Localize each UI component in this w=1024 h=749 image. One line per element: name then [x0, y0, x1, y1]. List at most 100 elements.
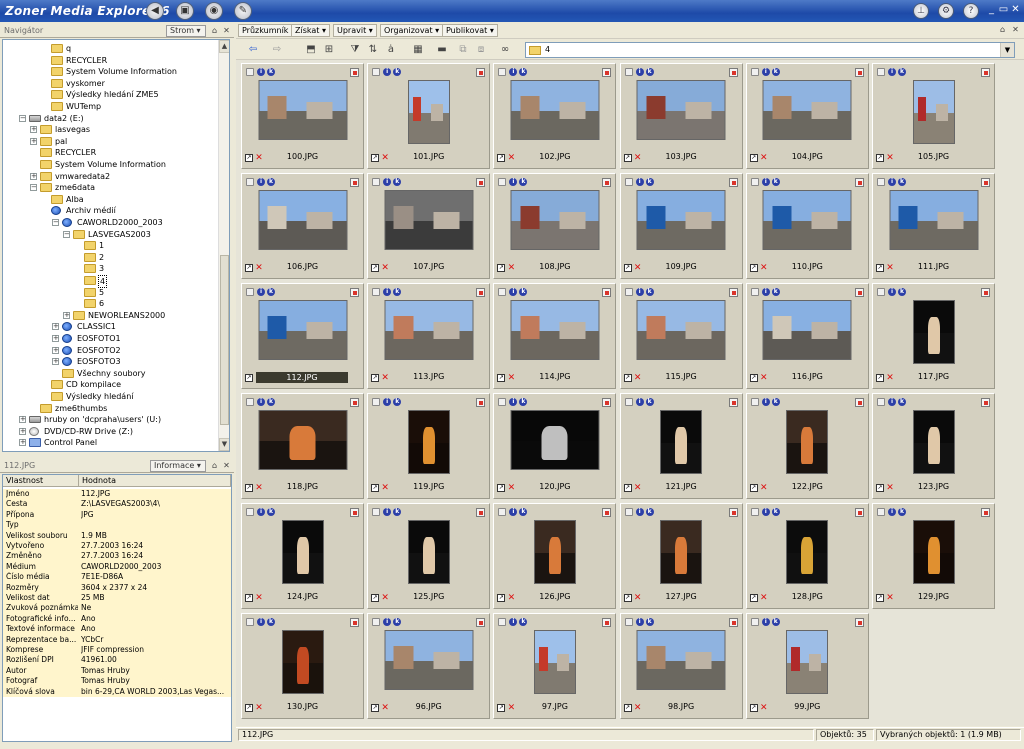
pin-icon[interactable]: ⌂	[210, 26, 219, 35]
rotate-flag-icon[interactable]	[854, 288, 864, 297]
scroll-down-icon[interactable]: ▼	[219, 438, 229, 451]
thumbnail-image[interactable]	[660, 410, 703, 474]
path-dropdown-icon[interactable]: ▼	[1000, 43, 1014, 57]
info-i-icon[interactable]: i	[257, 178, 265, 186]
rotate-flag-icon[interactable]	[476, 398, 486, 407]
thumbnail-cell[interactable]: i k ↗ ✕ 103.JPG	[619, 63, 743, 169]
checkbox-icon[interactable]	[877, 178, 885, 186]
rotate-flag-icon[interactable]	[981, 288, 990, 297]
info-pin-icon[interactable]: ⌂	[210, 461, 219, 470]
checkbox-icon[interactable]	[624, 178, 633, 186]
exif-k-icon[interactable]: k	[898, 288, 906, 296]
expander-icon[interactable]: +	[52, 335, 59, 342]
expander-icon[interactable]: −	[30, 184, 37, 192]
exif-k-icon[interactable]: k	[519, 288, 528, 296]
exif-k-icon[interactable]: k	[519, 398, 528, 406]
expander-icon[interactable]: +	[19, 439, 26, 447]
rotate-flag-icon[interactable]	[854, 68, 864, 77]
thumbnail-image[interactable]	[636, 190, 726, 250]
info-i-icon[interactable]: i	[888, 288, 896, 296]
thumbnail-image[interactable]	[533, 520, 576, 584]
checkbox-icon[interactable]	[498, 178, 507, 186]
info-i-icon[interactable]: i	[761, 68, 770, 76]
navigator-close-icon[interactable]: ✕	[222, 26, 231, 35]
camera-circle-icon[interactable]: ▣	[176, 2, 194, 20]
path-combobox[interactable]: 4 ▼	[525, 42, 1015, 58]
restore-icon[interactable]: ▭	[998, 4, 1009, 15]
info-i-icon[interactable]: i	[383, 288, 392, 296]
thumbnail-cell[interactable]: i k ↗ ✕ 107.JPG	[367, 173, 491, 279]
info-i-icon[interactable]: i	[635, 68, 644, 76]
thumbnail-cell[interactable]: i k ↗ ✕ 128.JPG	[745, 503, 869, 609]
filter-icon[interactable]: ⧩	[348, 43, 362, 56]
exif-k-icon[interactable]: k	[519, 618, 528, 626]
thumbnail-cell[interactable]: i k ↗ ✕ 127.JPG	[619, 503, 743, 609]
expander-icon[interactable]: −	[63, 230, 70, 238]
checkbox-icon[interactable]	[372, 68, 381, 76]
column-property[interactable]: Vlastnost	[3, 475, 79, 487]
column-value[interactable]: Hodnota	[79, 475, 231, 487]
info-i-icon[interactable]: i	[888, 68, 896, 76]
rotate-flag-icon[interactable]	[476, 508, 486, 517]
exif-k-icon[interactable]: k	[519, 178, 528, 186]
info-i-icon[interactable]: i	[257, 618, 265, 626]
thumbnail-cell[interactable]: i k ↗ ✕ 101.JPG	[367, 63, 491, 169]
exif-k-icon[interactable]: k	[267, 178, 275, 186]
thumbnail-image[interactable]	[258, 80, 347, 140]
thumbnail-cell[interactable]: i k ↗ ✕ 119.JPG	[367, 393, 491, 499]
thumbnail-image[interactable]	[912, 300, 955, 364]
exif-k-icon[interactable]: k	[267, 68, 275, 76]
exif-k-icon[interactable]: k	[645, 398, 654, 406]
rotate-flag-icon[interactable]	[728, 618, 738, 627]
exif-k-icon[interactable]: k	[645, 618, 654, 626]
thumbnail-cell[interactable]: i k ↗ ✕ 104.JPG	[745, 63, 869, 169]
thumbnail-image[interactable]	[510, 410, 600, 470]
rotate-flag-icon[interactable]	[350, 68, 359, 77]
info-i-icon[interactable]: i	[635, 398, 644, 406]
thumbnail-cell[interactable]: i k ↗ ✕ 114.JPG	[493, 283, 617, 389]
exif-k-icon[interactable]: k	[267, 398, 275, 406]
thumbnail-image[interactable]	[660, 520, 703, 584]
info-i-icon[interactable]: i	[383, 178, 392, 186]
thumbnail-cell[interactable]: ik↗✕112.JPG	[241, 283, 364, 389]
rotate-flag-icon[interactable]	[350, 398, 359, 407]
new-folder-icon[interactable]: ⊞	[322, 43, 336, 56]
thumbnail-cell[interactable]: i k ↗ ✕ 96.JPG	[367, 613, 491, 719]
checkbox-icon[interactable]	[624, 288, 633, 296]
rotate-flag-icon[interactable]	[602, 68, 612, 77]
info-i-icon[interactable]: i	[509, 288, 518, 296]
info-i-icon[interactable]: i	[761, 508, 770, 516]
thumbnail-image[interactable]	[636, 300, 726, 360]
thumbnail-cell[interactable]: i k ↗ ✕ 113.JPG	[367, 283, 491, 389]
expander-icon[interactable]: +	[30, 126, 37, 134]
sort-alpha-icon[interactable]: ȧ	[384, 43, 398, 56]
info-i-icon[interactable]: i	[888, 508, 896, 516]
info-i-icon[interactable]: i	[383, 68, 392, 76]
help-icon[interactable]: ?	[963, 3, 979, 19]
expander-icon[interactable]: +	[19, 427, 26, 435]
expander-icon[interactable]: −	[19, 114, 26, 122]
checkbox-icon[interactable]	[624, 618, 633, 626]
thumbnail-cell[interactable]: i k ↗ ✕ 100.JPG	[241, 63, 364, 169]
thumbnail-image[interactable]	[786, 410, 829, 474]
thumbnail-image[interactable]	[407, 520, 450, 584]
info-close-icon[interactable]: ✕	[222, 461, 231, 470]
expander-icon[interactable]: +	[52, 346, 59, 354]
info-i-icon[interactable]: i	[761, 178, 770, 186]
checkbox-icon[interactable]	[750, 68, 759, 76]
thumbnail-cell[interactable]: i k ↗ ✕ 125.JPG	[367, 503, 491, 609]
thumbnail-image[interactable]	[889, 190, 978, 250]
checkbox-icon[interactable]	[624, 68, 633, 76]
thumbnail-cell[interactable]: i k ↗ ✕ 99.JPG	[745, 613, 869, 719]
rotate-flag-icon[interactable]	[350, 618, 359, 627]
thumbnail-image[interactable]	[384, 630, 474, 690]
checkbox-icon[interactable]	[624, 398, 633, 406]
copy-icon[interactable]: ⧉	[456, 43, 470, 56]
rotate-flag-icon[interactable]	[602, 618, 612, 627]
thumbnail-cell[interactable]: i k ↗ ✕ 98.JPG	[619, 613, 743, 719]
thumbnail-image[interactable]	[533, 630, 576, 694]
info-i-icon[interactable]: i	[888, 178, 896, 186]
info-i-icon[interactable]: i	[635, 508, 644, 516]
checkbox-icon[interactable]	[750, 508, 759, 516]
rotate-flag-icon[interactable]	[476, 618, 486, 627]
